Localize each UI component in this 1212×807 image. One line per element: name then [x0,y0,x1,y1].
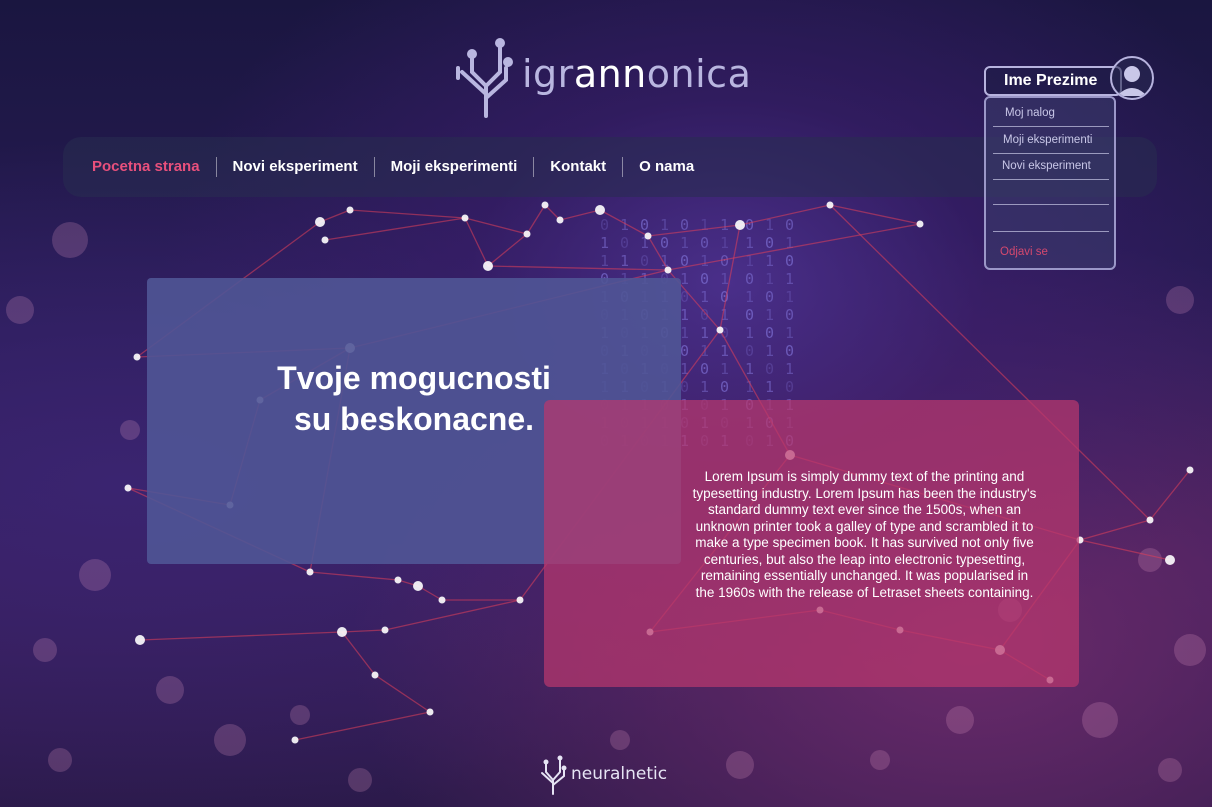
svg-text:1: 1 [745,378,754,396]
circuit-tree-icon [456,38,513,118]
footer-brand-name: neuralnetic [571,764,668,784]
svg-text:1: 1 [700,216,709,234]
svg-text:1: 1 [785,270,794,288]
svg-text:1: 1 [720,360,729,378]
user-menu-button[interactable]: Ime Prezime [984,66,1122,96]
hero-title-line-1: Tvoje mogucnosti [277,360,551,396]
menu-item-empty-1[interactable] [993,178,1109,205]
hero-title-line-2: su beskonacne. [293,401,535,437]
svg-text:0: 0 [785,216,794,234]
svg-text:1: 1 [720,270,729,288]
svg-text:1: 1 [700,324,709,342]
svg-text:1: 1 [700,288,709,306]
hero-title: Tvoje mogucnosti su beskonacne. [277,358,551,440]
svg-text:1: 1 [765,378,774,396]
svg-text:1: 1 [680,360,689,378]
menu-item-novi-eksperiment[interactable]: Novi eksperiment [993,153,1109,180]
svg-text:0: 0 [720,252,729,270]
neural-tree-icon [541,755,567,795]
info-card: Lorem Ipsum is simply dummy text of the … [544,400,1079,687]
svg-text:1: 1 [765,342,774,360]
svg-text:1: 1 [660,216,669,234]
svg-text:0: 0 [680,378,689,396]
svg-text:0: 0 [745,306,754,324]
svg-text:1: 1 [680,306,689,324]
svg-text:1: 1 [600,234,609,252]
user-icon [1117,66,1147,96]
svg-text:0: 0 [765,360,774,378]
menu-item-empty-2[interactable] [993,205,1109,232]
svg-text:0: 0 [745,342,754,360]
logout-link[interactable]: Odjavi se [1000,246,1048,258]
svg-text:1: 1 [680,324,689,342]
footer-logo: neuralnetic [538,752,667,796]
svg-text:0: 0 [640,216,649,234]
svg-text:1: 1 [745,288,754,306]
svg-text:0: 0 [700,360,709,378]
svg-text:0: 0 [700,234,709,252]
svg-text:1: 1 [765,252,774,270]
svg-text:1: 1 [745,360,754,378]
menu-item-moj-nalog[interactable]: Moj nalog [993,100,1109,127]
svg-text:0: 0 [785,252,794,270]
brand-logo[interactable]: igrannonica [452,28,751,120]
svg-text:1: 1 [745,234,754,252]
svg-text:0: 0 [680,288,689,306]
svg-text:1: 1 [785,288,794,306]
svg-text:1: 1 [600,252,609,270]
svg-text:1: 1 [620,252,629,270]
user-name: Ime Prezime [1004,72,1098,89]
svg-text:0: 0 [745,216,754,234]
svg-text:0: 0 [765,288,774,306]
svg-text:0: 0 [620,234,629,252]
svg-text:0: 0 [765,324,774,342]
nav-item-kontakt[interactable]: Kontakt [534,157,624,177]
svg-text:0: 0 [660,234,669,252]
svg-text:0: 0 [765,234,774,252]
svg-text:0: 0 [785,306,794,324]
menu-item-moji-eksperimenti[interactable]: Moji eksperimenti [993,127,1109,154]
svg-text:0: 0 [700,270,709,288]
svg-text:1: 1 [720,234,729,252]
svg-text:1: 1 [680,234,689,252]
svg-text:1: 1 [700,252,709,270]
user-dropdown-menu: Moj nalog Moji eksperimenti Novi eksperi… [984,96,1116,270]
nav-item-novi-eksperiment[interactable]: Novi eksperiment [217,157,375,177]
svg-text:1: 1 [720,216,729,234]
svg-text:1: 1 [700,378,709,396]
brand-name: igrannonica [522,52,752,96]
svg-text:0: 0 [745,270,754,288]
svg-text:1: 1 [785,324,794,342]
info-text: Lorem Ipsum is simply dummy text of the … [692,469,1037,600]
svg-text:0: 0 [600,216,609,234]
svg-text:0: 0 [785,342,794,360]
nav-item-moji-eksperimenti[interactable]: Moji eksperimenti [375,157,535,177]
svg-text:0: 0 [720,378,729,396]
nav-item-o-nama[interactable]: O nama [623,157,710,177]
svg-text:1: 1 [785,234,794,252]
svg-text:0: 0 [680,342,689,360]
svg-text:1: 1 [745,324,754,342]
svg-text:1: 1 [765,270,774,288]
svg-text:0: 0 [640,252,649,270]
svg-text:1: 1 [765,306,774,324]
avatar[interactable] [1110,56,1154,100]
svg-text:1: 1 [785,360,794,378]
svg-text:0: 0 [785,378,794,396]
nav-item-pocetna-strana[interactable]: Pocetna strana [92,157,217,177]
